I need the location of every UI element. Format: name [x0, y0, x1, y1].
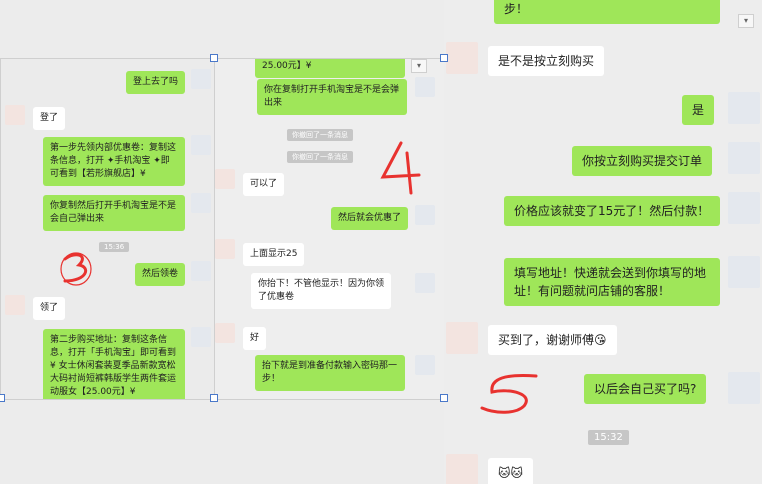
avatar[interactable] [215, 169, 235, 189]
message-bubble-sent[interactable]: 你复制然后打开手机淘宝是不是会自己弹出来 [43, 195, 185, 231]
avatar[interactable] [191, 135, 211, 155]
avatar[interactable] [215, 323, 235, 343]
message-bubble-received[interactable]: 🐱🐱 [488, 458, 534, 484]
scroll-down-arrow[interactable]: ▾ [411, 59, 427, 73]
message-bubble-sent[interactable]: 价格应该就变了15元了！然后付款！ [504, 196, 720, 226]
message-bubble-sent[interactable]: 然后领卷 [134, 263, 185, 286]
avatar[interactable] [191, 69, 211, 89]
recall-notice: 你撤回了一条消息 [287, 151, 353, 163]
message-bubble-received[interactable]: 买到了，谢谢师傅😘 [488, 325, 617, 355]
avatar[interactable] [728, 192, 760, 224]
message-bubble-sent[interactable]: 登上去了吗 [125, 71, 185, 94]
avatar[interactable] [191, 327, 211, 347]
handwritten-annotation-4 [380, 141, 421, 195]
handwritten-annotation-5 [480, 374, 538, 414]
timestamp: 15:36 [99, 242, 130, 252]
avatar[interactable] [728, 142, 760, 174]
avatar[interactable] [728, 372, 760, 404]
avatar[interactable] [191, 193, 211, 213]
avatar[interactable] [415, 273, 435, 293]
message-bubble-sent[interactable]: 第一步先领内部优惠卷：复制这条信息，打开 ✦手机淘宝 ✦即可看到【若形旗舰店】¥ [43, 137, 185, 186]
chat-screenshot-1: 登上去了吗 登了 第一步先领内部优惠卷：复制这条信息，打开 ✦手机淘宝 ✦即可看… [0, 58, 216, 400]
handwritten-annotation-3 [60, 252, 92, 286]
timestamp: 15:32 [588, 430, 629, 445]
message-bubble-received[interactable]: 可以了 [243, 173, 285, 196]
selection-handle[interactable] [440, 54, 448, 62]
avatar[interactable] [5, 295, 25, 315]
message-bubble-sent[interactable]: 以后会自己买了吗? [584, 374, 707, 404]
scroll-down-arrow[interactable]: ▾ [738, 14, 754, 28]
avatar[interactable] [446, 454, 478, 484]
message-bubble-sent[interactable]: 你在复制打开手机淘宝是不是会弹出来 [257, 79, 407, 115]
avatar[interactable] [5, 105, 25, 125]
message-bubble-received[interactable]: 上面显示25 [243, 243, 305, 266]
recall-notice: 你撤回了一条消息 [287, 129, 353, 141]
message-bubble-sent[interactable]: 你按立刻购买提交订单 [572, 146, 713, 176]
chat-screenshot-2: 25.00元】¥ ▾ 你在复制打开手机淘宝是不是会弹出来 你撤回了一条消息 你撤… [214, 58, 446, 400]
avatar[interactable] [446, 42, 478, 74]
message-bubble-sent[interactable]: 第二步购买地址：复制这条信息，打开「手机淘宝」即可看到 ¥ 女士休闲套装夏季品新… [43, 329, 185, 399]
message-bubble-received[interactable]: 领了 [33, 297, 66, 320]
message-bubble-sent[interactable]: 然后就会优惠了 [331, 207, 409, 230]
selection-handle[interactable] [440, 394, 448, 402]
avatar[interactable] [415, 205, 435, 225]
message-bubble-sent[interactable]: 抬下就是到准备付款输入密码那一步！ [255, 355, 405, 391]
message-bubble-sent[interactable]: 步！ [494, 0, 720, 24]
message-bubble-received[interactable]: 好 [243, 327, 267, 350]
message-bubble-received[interactable]: 是不是按立刻购买 [488, 46, 605, 76]
message-bubble-received[interactable]: 登了 [33, 107, 66, 130]
avatar[interactable] [415, 355, 435, 375]
avatar[interactable] [191, 261, 211, 281]
message-bubble-received[interactable]: 你抬下！不管他显示！因为你领了优惠卷 [251, 273, 391, 309]
selection-handle[interactable] [210, 394, 218, 402]
message-bubble-sent[interactable]: 25.00元】¥ [255, 59, 405, 78]
message-bubble-sent[interactable]: 是 [682, 95, 715, 125]
avatar[interactable] [728, 92, 760, 124]
avatar[interactable] [415, 77, 435, 97]
chat-screenshot-3: 步！ ▾ 是不是按立刻购买 是 你按立刻购买提交订单 价格应该就变了15元了！然… [444, 0, 762, 484]
selection-handle[interactable] [0, 394, 5, 402]
message-bubble-sent[interactable]: 填写地址！快递就会送到你填写的地址！有问题就问店铺的客服！ [504, 258, 720, 306]
avatar[interactable] [446, 322, 478, 354]
avatar[interactable] [728, 256, 760, 288]
selection-handle[interactable] [210, 54, 218, 62]
avatar[interactable] [215, 239, 235, 259]
